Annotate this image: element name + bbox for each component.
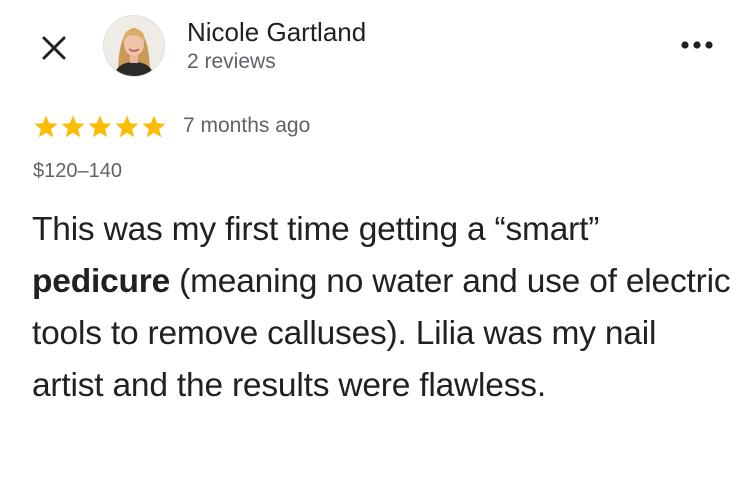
close-icon	[40, 34, 68, 67]
star-icon	[114, 114, 140, 139]
review-text-start: This was my first time getting a “smart”	[32, 211, 600, 248]
review-highlight-term: pedicure	[32, 263, 171, 300]
star-rating	[33, 114, 167, 139]
star-icon	[33, 114, 59, 139]
author-info: Nicole Gartland 2 reviews	[187, 16, 366, 76]
more-options-button[interactable]	[672, 28, 722, 64]
star-icon	[141, 114, 167, 139]
rating-row: 7 months ago	[33, 112, 310, 140]
author-review-count[interactable]: 2 reviews	[187, 48, 366, 76]
star-icon	[87, 114, 113, 139]
more-horizontal-icon	[680, 37, 714, 55]
review-text: This was my first time getting a “smart”…	[32, 204, 732, 412]
close-button[interactable]	[34, 30, 74, 70]
author-name[interactable]: Nicole Gartland	[187, 16, 366, 48]
price-range: $120–140	[33, 160, 122, 182]
review-time: 7 months ago	[183, 114, 311, 137]
avatar[interactable]	[103, 15, 165, 77]
star-icon	[60, 114, 86, 139]
